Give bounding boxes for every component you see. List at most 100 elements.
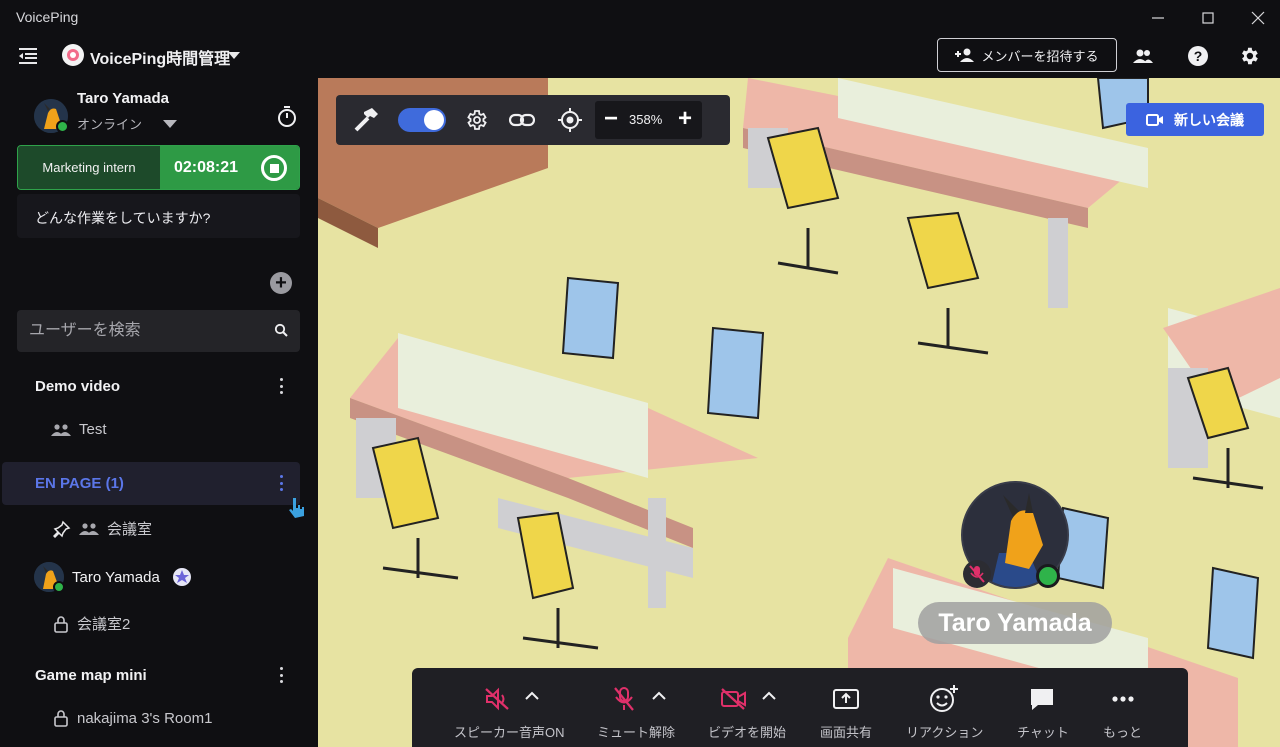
lock-icon	[54, 615, 68, 633]
invite-members-label: メンバーを招待する	[981, 48, 1099, 64]
online-status-dot	[53, 581, 65, 593]
new-meeting-label: 新しい会議	[1174, 111, 1244, 128]
lock-icon	[54, 710, 68, 727]
screen-share-icon	[831, 684, 861, 714]
gear-icon	[467, 110, 487, 130]
copy-link-button[interactable]	[509, 107, 535, 133]
more-dots-icon	[1108, 684, 1138, 714]
group-title-en-page: EN PAGE (1)	[35, 475, 124, 492]
window-title: VoicePing	[16, 9, 79, 25]
current-user[interactable]: Taro Yamada オンライン	[34, 90, 304, 134]
more-button[interactable]: もっと	[1092, 668, 1152, 747]
more-label: もっと	[1103, 725, 1143, 740]
build-tool-button[interactable]	[352, 107, 378, 133]
zoom-control: − 358% +	[595, 101, 702, 139]
chevron-up-icon	[525, 691, 539, 700]
members-button[interactable]	[1131, 44, 1155, 68]
map-mode-toggle[interactable]	[398, 108, 446, 132]
sidebar-toggle-button[interactable]	[16, 44, 40, 68]
map-settings-button[interactable]	[463, 107, 489, 133]
maximize-button[interactable]	[1193, 6, 1223, 30]
room-meeting[interactable]: 会議室	[53, 518, 152, 539]
reaction-button[interactable]: リアクション	[897, 668, 987, 747]
app-header: VoicePing時間管理 メンバーを招待する ?	[0, 34, 1280, 78]
stop-timer-button[interactable]	[261, 155, 287, 181]
speaker-off-icon	[482, 684, 512, 714]
menu-collapse-icon	[19, 48, 37, 64]
start-video-label: ビデオを開始	[708, 725, 787, 740]
search-input[interactable]	[29, 318, 259, 344]
group-title-demo-video[interactable]: Demo video	[35, 378, 120, 395]
stop-icon	[269, 163, 279, 173]
group-menu-button[interactable]	[276, 667, 286, 683]
room-test[interactable]: Test	[51, 421, 107, 438]
invite-members-button[interactable]: メンバーを招待する	[937, 38, 1117, 72]
pin-icon	[53, 520, 71, 538]
member-taro-yamada[interactable]: Taro Yamada	[34, 562, 192, 593]
sidebar: Taro Yamada オンライン Marketing intern 02:08…	[0, 78, 318, 747]
people-icon	[51, 423, 71, 436]
add-group-button[interactable]: +	[270, 272, 292, 294]
room-label: 会議室	[107, 521, 153, 538]
online-status-dot	[56, 120, 69, 133]
speaker-button[interactable]: スピーカー音声ON	[412, 668, 572, 747]
room-label: Test	[79, 421, 107, 438]
office-scene	[318, 78, 1280, 747]
user-name: Taro Yamada	[77, 90, 169, 107]
reaction-label: リアクション	[906, 725, 984, 740]
group-menu-button[interactable]	[276, 475, 286, 491]
work-status-input[interactable]: どんな作業をしていますか?	[17, 194, 300, 238]
mic-off-icon	[609, 684, 639, 714]
new-meeting-button[interactable]: 新しい会議	[1126, 103, 1264, 136]
hammer-icon	[354, 108, 378, 132]
group-title-game-map-mini[interactable]: Game map mini	[35, 667, 147, 684]
active-task-timer[interactable]: Marketing intern 02:08:21	[17, 145, 300, 190]
screen-share-label: 画面共有	[820, 725, 873, 740]
room-nakajima[interactable]: nakajima 3's Room1	[53, 709, 212, 727]
office-map[interactable]	[318, 78, 1280, 747]
user-status[interactable]: オンライン	[77, 114, 142, 133]
chat-label: チャット	[1017, 725, 1069, 740]
emoji-add-icon	[929, 684, 959, 714]
screen-share-button[interactable]: 画面共有	[812, 668, 882, 747]
group-menu-button[interactable]	[276, 378, 286, 394]
close-icon	[1251, 11, 1265, 25]
status-dropdown-icon[interactable]	[163, 120, 177, 128]
badge-icon	[172, 568, 191, 586]
locate-me-button[interactable]	[557, 107, 583, 133]
call-controls-bar: スピーカー音声ON ミュート解除 ビデオを開始 画面共有 リアクション チャット	[412, 668, 1188, 747]
help-button[interactable]: ?	[1186, 44, 1210, 68]
start-video-button[interactable]: ビデオを開始	[702, 668, 802, 747]
chat-bubble-icon	[1027, 684, 1057, 714]
chevron-up-icon	[652, 691, 666, 700]
member-name: Taro Yamada	[72, 568, 160, 586]
group-row-en-page[interactable]: EN PAGE (1)	[2, 462, 300, 505]
user-search[interactable]	[17, 310, 300, 352]
zoom-level: 358%	[629, 112, 663, 127]
workspace-logo[interactable]	[62, 44, 84, 66]
workspace-dropdown-icon[interactable]	[228, 52, 240, 59]
target-icon	[558, 108, 582, 132]
minimize-button[interactable]	[1143, 6, 1173, 30]
player-muted-indicator	[963, 560, 991, 588]
stopwatch-button[interactable]	[276, 104, 298, 133]
room-meeting-2[interactable]: 会議室2	[53, 613, 130, 634]
settings-button[interactable]	[1237, 44, 1261, 68]
chat-button[interactable]: チャット	[1007, 668, 1077, 747]
help-icon: ?	[1188, 46, 1208, 66]
minimize-icon	[1152, 17, 1164, 19]
hand-cursor-icon	[289, 498, 304, 518]
video-camera-icon	[1146, 113, 1163, 126]
close-button[interactable]	[1243, 6, 1273, 30]
task-label: Marketing intern	[18, 146, 160, 189]
zoom-in-button[interactable]: +	[673, 107, 697, 132]
unmute-button[interactable]: ミュート解除	[582, 668, 692, 747]
map-toolbar: − 358% +	[336, 95, 730, 145]
workspace-name[interactable]: VoicePing時間管理	[90, 45, 230, 69]
clock-logo-icon	[67, 49, 79, 61]
zoom-out-button[interactable]: −	[599, 107, 623, 132]
online-status-dot	[1036, 564, 1060, 588]
add-person-icon	[955, 48, 975, 62]
video-off-icon	[719, 684, 749, 714]
player-name-label: Taro Yamada	[918, 602, 1112, 644]
